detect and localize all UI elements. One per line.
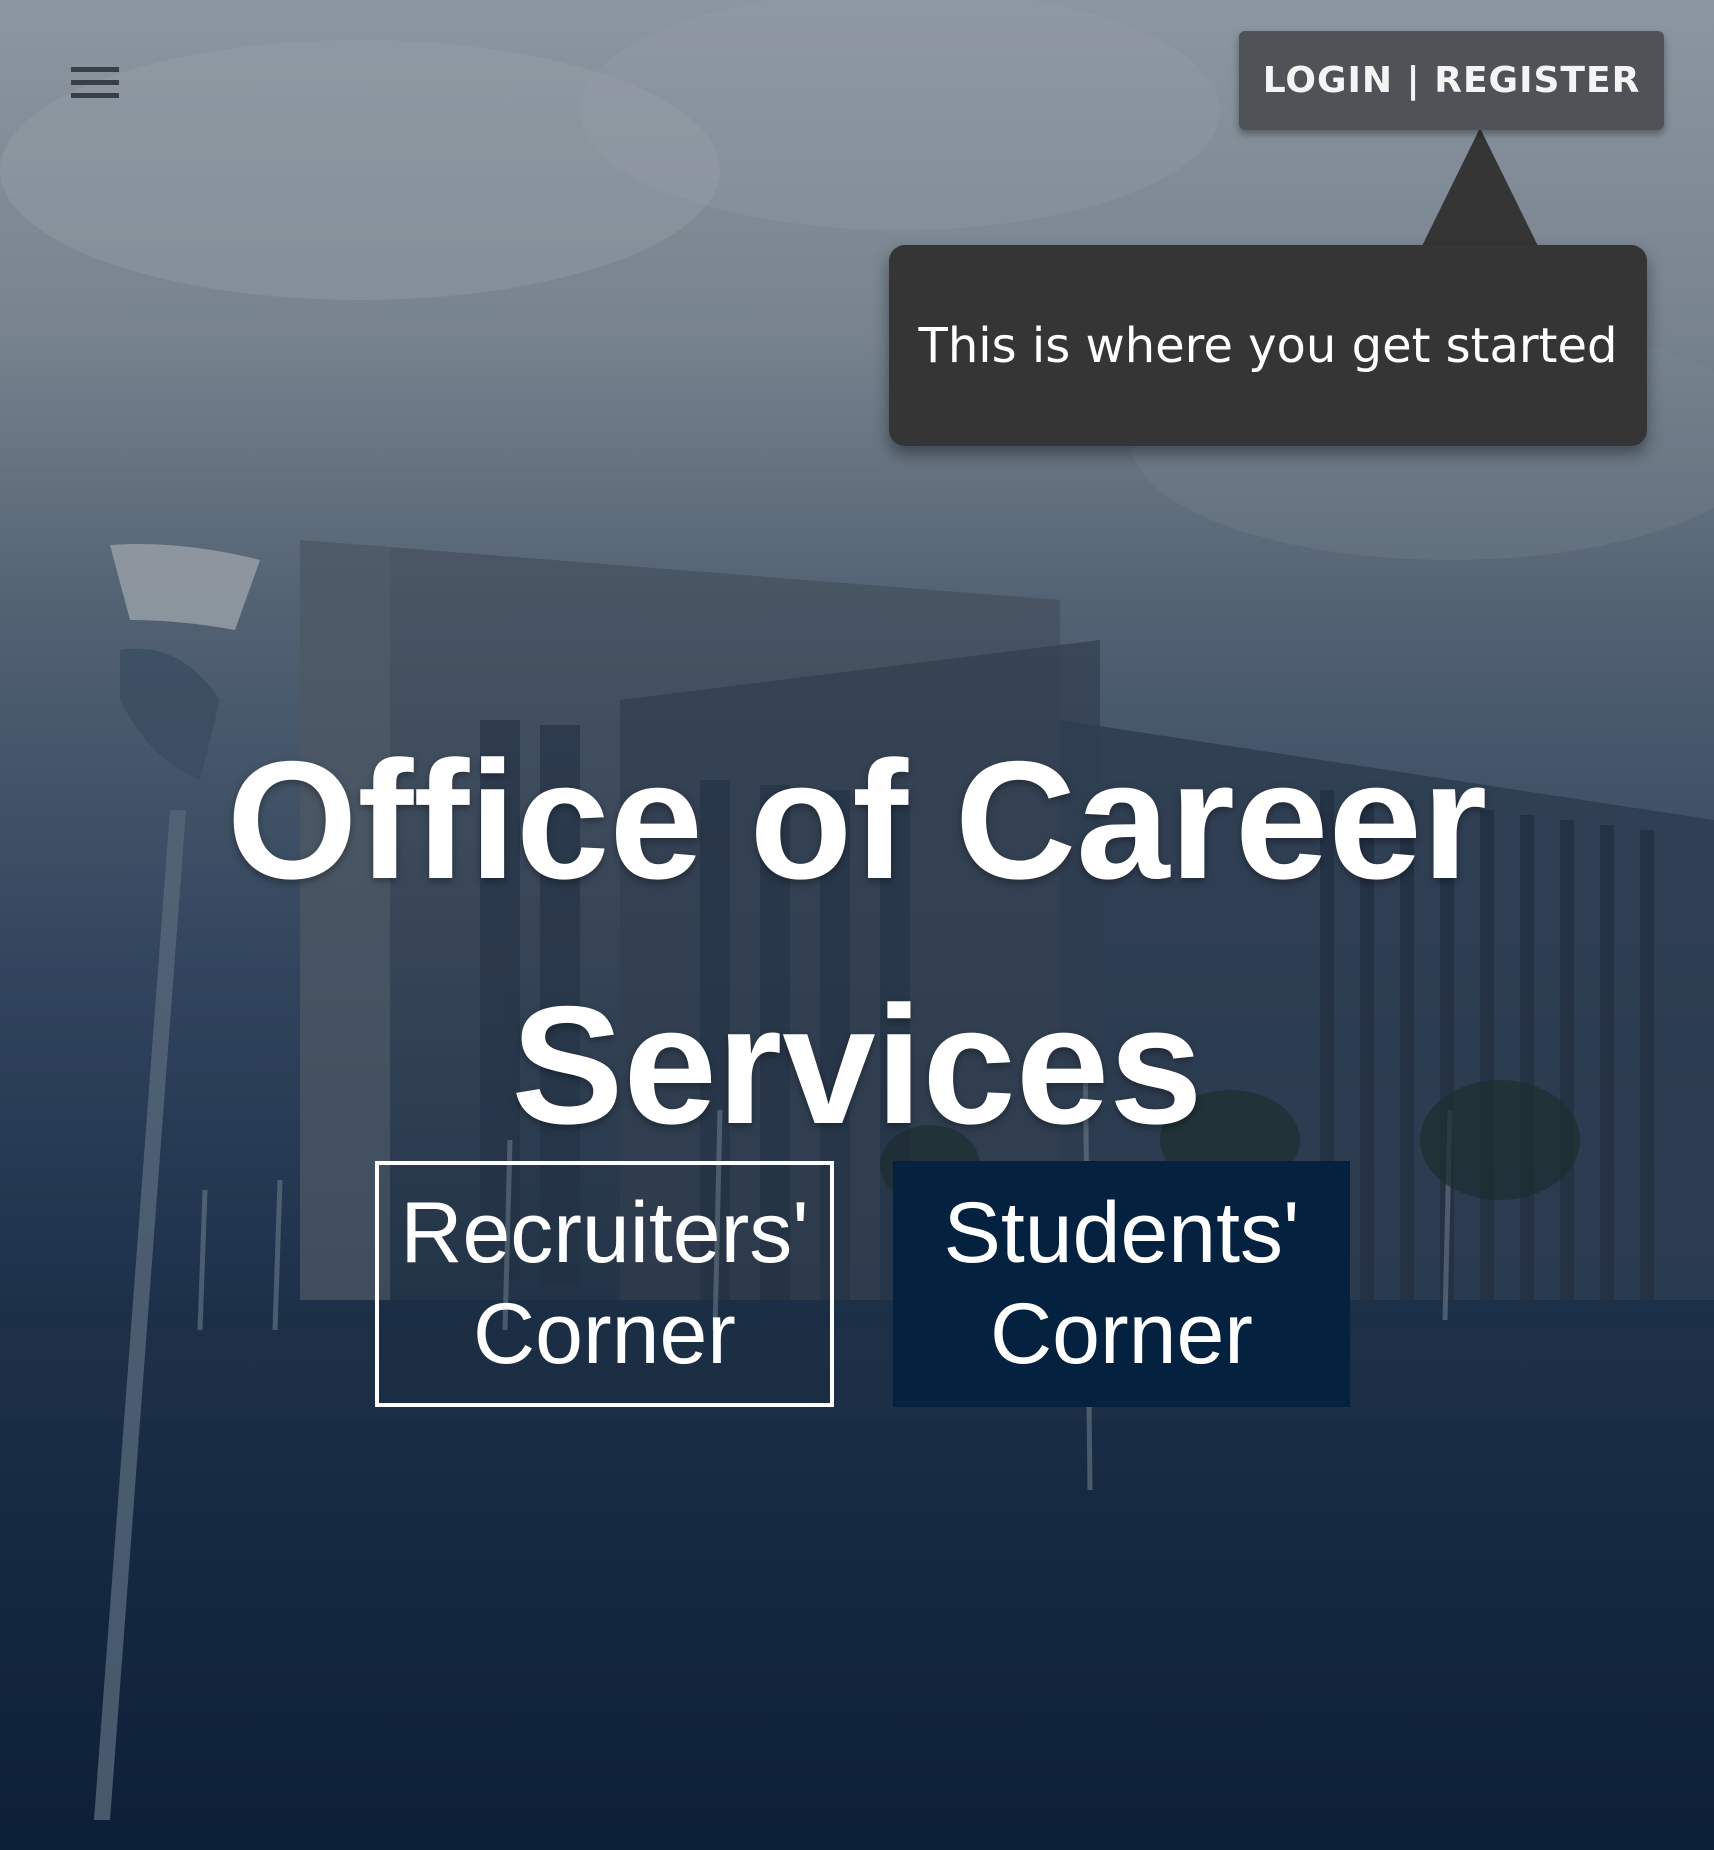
students-corner-label-line-2: Corner: [990, 1286, 1253, 1382]
hamburger-menu-button[interactable]: [60, 58, 130, 108]
students-corner-button[interactable]: Students' Corner: [893, 1161, 1350, 1407]
login-register-button[interactable]: LOGIN | REGISTER: [1239, 31, 1664, 130]
career-services-home: LOGIN | REGISTER This is where you get s…: [0, 0, 1714, 1850]
page-title: Office of Career Services: [0, 698, 1714, 1188]
recruiters-corner-label: Recruiters' Corner: [400, 1183, 808, 1385]
page-title-line-1: Office of Career: [226, 725, 1488, 914]
tooltip-text: This is where you get started: [918, 317, 1618, 374]
students-corner-label: Students' Corner: [944, 1183, 1300, 1385]
tooltip-arrow: [1422, 128, 1538, 246]
onboarding-tooltip: This is where you get started: [889, 245, 1647, 446]
page-title-line-2: Services: [511, 970, 1203, 1159]
recruiters-corner-label-line-2: Corner: [473, 1286, 736, 1382]
recruiters-corner-button[interactable]: Recruiters' Corner: [375, 1161, 834, 1407]
hamburger-menu-icon: [71, 67, 119, 98]
students-corner-label-line-1: Students': [943, 1185, 1300, 1281]
recruiters-corner-label-line-1: Recruiters': [400, 1185, 809, 1281]
